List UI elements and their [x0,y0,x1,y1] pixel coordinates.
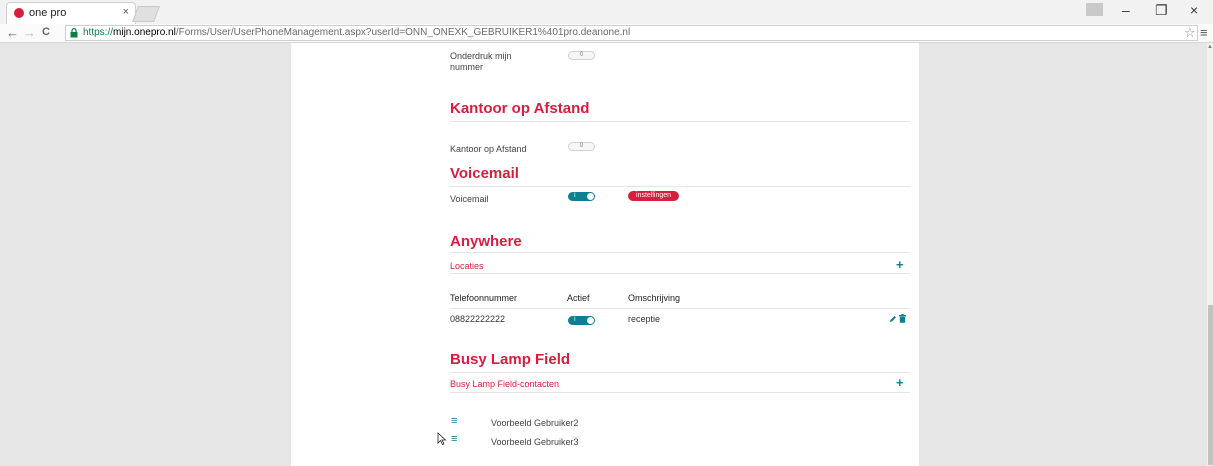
lock-icon [70,28,78,38]
add-blf-contact-plus-icon[interactable]: + [896,376,904,389]
url-path: /Forms/User/UserPhoneManagement.aspx?use… [175,27,631,38]
maximize-button[interactable]: ❐ [1155,2,1168,19]
divider [450,186,910,187]
trash-icon[interactable] [899,314,906,323]
scrollbar[interactable]: ▲ [1207,43,1213,466]
reload-button[interactable]: C [42,26,50,38]
blf-contacts-label[interactable]: Busy Lamp Field-contacten [450,379,559,389]
close-window-button[interactable]: × [1190,2,1198,18]
edit-icon[interactable] [889,315,897,323]
kantoor-section-title: Kantoor op Afstand [450,100,590,117]
toggle-state: I [574,317,576,323]
tab-title: one pro [29,7,67,19]
minimize-button[interactable]: – [1122,2,1130,18]
voicemail-toggle[interactable]: I [568,192,595,201]
row-telefoonnummer: 08822222222 [450,314,506,324]
divider [450,273,910,274]
add-location-plus-icon[interactable]: + [896,258,904,271]
scroll-thumb[interactable] [1208,305,1213,465]
main-content: Onderdruk mijn nummer 0 Kantoor op Afsta… [291,43,919,466]
voicemail-label: Voicemail [450,194,489,204]
divider [450,308,910,309]
tab-close-icon[interactable]: × [123,6,129,18]
voicemail-section-title: Voicemail [450,165,519,182]
cursor-icon [437,432,447,445]
kantoor-label: Kantoor op Afstand [450,144,527,154]
title-bar: one pro × – ❐ × [0,0,1213,24]
toggle-knob [587,193,594,200]
browser-tab[interactable]: one pro × [6,2,136,24]
address-bar[interactable]: https://mijn.onepro.nl/Forms/User/UserPh… [65,25,1198,41]
col-actief: Actief [567,293,590,303]
page-viewport: Onderdruk mijn nummer 0 Kantoor op Afsta… [0,43,1207,466]
voicemail-settings-button[interactable]: instellingen [628,191,680,201]
col-omschrijving: Omschrijving [628,293,681,303]
anywhere-section-title: Anywhere [450,233,522,250]
kantoor-toggle[interactable]: 0 [568,142,595,151]
row-omschrijving: receptie [628,314,661,324]
back-button[interactable]: ← [6,25,19,40]
forward-button[interactable]: → [23,25,36,40]
blf-contact-name: Voorbeeld Gebruiker3 [491,437,579,447]
star-icon[interactable]: ☆ [1184,25,1196,41]
scroll-up-arrow-icon[interactable]: ▲ [1207,44,1213,50]
onderdruk-label: Onderdruk mijn nummer [450,51,512,72]
locaties-label[interactable]: Locaties [450,261,484,271]
menu-icon[interactable]: ≡ [1200,25,1208,40]
divider [450,121,910,122]
toggle-state: I [574,193,576,199]
drag-handle-hamburger-icon[interactable]: ≡ [451,434,457,445]
blf-contact-name: Voorbeeld Gebruiker2 [491,418,579,428]
url-host: mijn.onepro.nl [113,27,176,38]
onderdruk-toggle[interactable]: 0 [568,51,595,60]
new-tab-button[interactable] [132,6,160,22]
drag-handle-hamburger-icon[interactable]: ≡ [451,416,457,427]
divider [450,392,910,393]
browser-toolbar: ← → C https://mijn.onepro.nl/Forms/User/… [0,24,1213,43]
row-actief-toggle[interactable]: I [568,316,595,325]
url-scheme: https:// [83,27,114,38]
col-telefoonnummer: Telefoonnummer [450,293,518,303]
divider [450,372,910,373]
onepro-favicon-icon [14,8,24,18]
divider [450,252,910,253]
blf-section-title: Busy Lamp Field [450,351,571,368]
profile-icon[interactable] [1086,3,1103,16]
toggle-knob [587,317,594,324]
